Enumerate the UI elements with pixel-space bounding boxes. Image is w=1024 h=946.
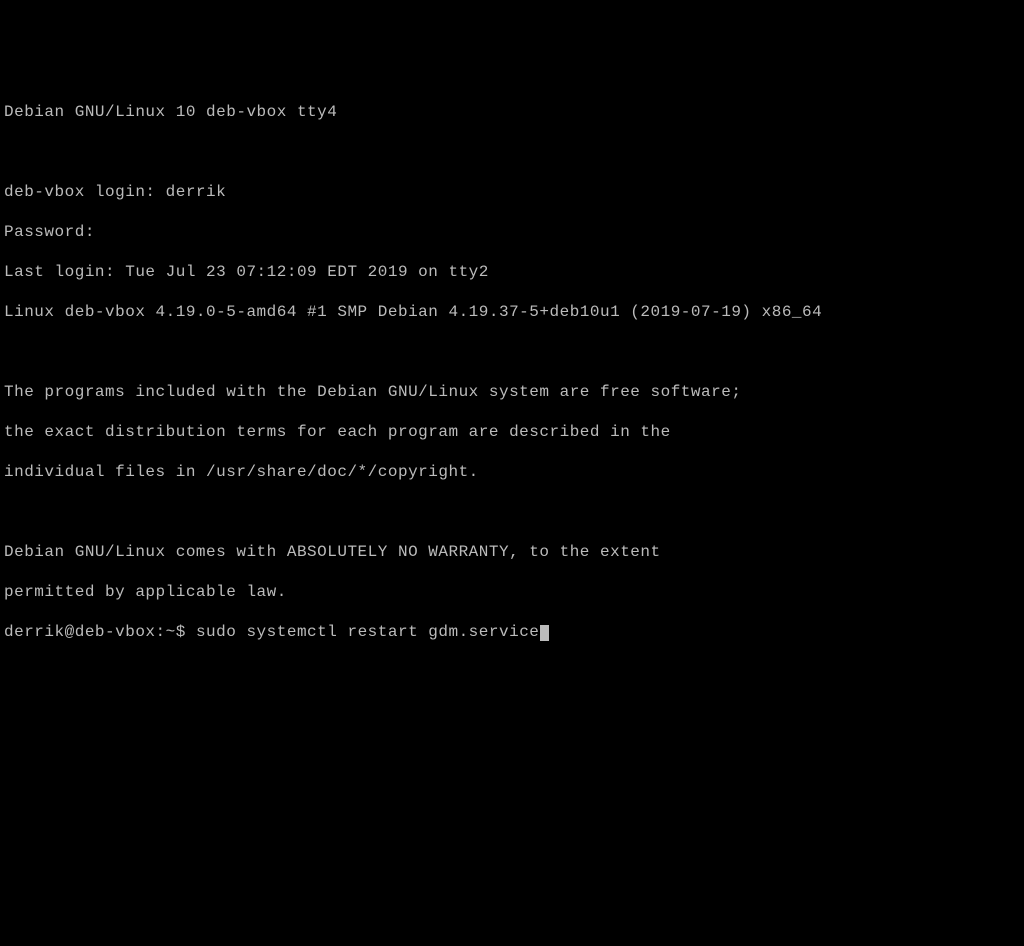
login-line: deb-vbox login: derrik <box>4 182 1020 202</box>
blank-line <box>4 142 1020 162</box>
login-username: derrik <box>166 183 227 201</box>
motd-line-2: the exact distribution terms for each pr… <box>4 422 1020 442</box>
banner-line: Debian GNU/Linux 10 deb-vbox tty4 <box>4 102 1020 122</box>
typed-command: sudo systemctl restart gdm.service <box>196 623 539 641</box>
motd-line-4: Debian GNU/Linux comes with ABSOLUTELY N… <box>4 542 1020 562</box>
motd-line-1: The programs included with the Debian GN… <box>4 382 1020 402</box>
password-line: Password: <box>4 222 1020 242</box>
cursor-icon <box>540 625 549 641</box>
kernel-info-line: Linux deb-vbox 4.19.0-5-amd64 #1 SMP Deb… <box>4 302 1020 322</box>
motd-line-3: individual files in /usr/share/doc/*/cop… <box>4 462 1020 482</box>
shell-prompt: derrik@deb-vbox:~$ <box>4 623 196 641</box>
blank-line <box>4 502 1020 522</box>
motd-line-5: permitted by applicable law. <box>4 582 1020 602</box>
command-line[interactable]: derrik@deb-vbox:~$ sudo systemctl restar… <box>4 622 1020 642</box>
blank-line <box>4 342 1020 362</box>
terminal-screen[interactable]: Debian GNU/Linux 10 deb-vbox tty4 deb-vb… <box>4 82 1020 846</box>
last-login-line: Last login: Tue Jul 23 07:12:09 EDT 2019… <box>4 262 1020 282</box>
login-prompt-label: deb-vbox login: <box>4 183 166 201</box>
